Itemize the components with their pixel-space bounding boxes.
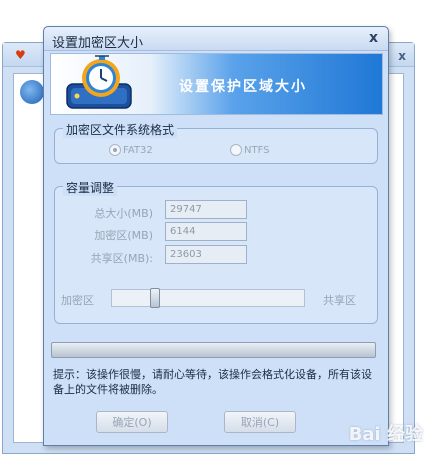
total-size-field[interactable] — [165, 200, 247, 219]
fat32-radio-label: FAT32 — [123, 144, 153, 156]
fat32-radio-dot — [109, 144, 121, 156]
warning-hint-text: 提示：该操作很慢，请耐心等待，该操作会格式化设备，所有该设备上的文件将被删除。 — [53, 368, 372, 396]
total-size-label: 总大小(MB) — [94, 207, 153, 220]
slider-right-label: 共享区 — [323, 294, 356, 307]
filesystem-group: 加密区文件系统格式 FAT32 NTFS — [54, 121, 378, 164]
ok-button[interactable]: 确定(O) — [96, 411, 168, 433]
close-icon[interactable]: x — [369, 30, 378, 46]
encrypted-size-field[interactable] — [165, 222, 247, 241]
dialog-banner: 设置保护区域大小 — [50, 53, 383, 115]
shared-size-label: 共享区(MB): — [90, 252, 153, 265]
baidu-jingyan-watermark: Bai 经验 — [348, 424, 423, 445]
background-close-icon[interactable]: x — [398, 49, 406, 63]
format-progress-bar — [51, 342, 376, 358]
shared-size-field[interactable] — [165, 245, 247, 264]
cancel-button[interactable]: 取消(C) — [224, 411, 296, 433]
fat32-radio[interactable]: FAT32 — [109, 144, 153, 156]
filesystem-group-legend: 加密区文件系统格式 — [63, 121, 178, 138]
capacity-slider[interactable] — [111, 288, 305, 308]
capacity-group-legend: 容量调整 — [63, 179, 118, 196]
banner-heading: 设置保护区域大小 — [179, 79, 307, 95]
ntfs-radio-dot — [230, 144, 242, 156]
dialog-title: 设置加密区大小 — [52, 36, 144, 51]
background-globe-icon — [20, 80, 44, 104]
usb-drive-clock-icon — [66, 55, 132, 109]
ntfs-radio[interactable]: NTFS — [230, 144, 270, 156]
ntfs-radio-label: NTFS — [244, 144, 270, 156]
capacity-slider-thumb[interactable] — [150, 288, 160, 308]
encrypted-size-label: 加密区(MB) — [94, 229, 153, 242]
slider-left-label: 加密区 — [61, 294, 94, 307]
app-logo-icon: ♥ — [15, 48, 26, 62]
set-encrypted-area-size-dialog: 设置加密区大小 x 设置保护区域大小 加密区文件系统格式 FAT32 NTFS — [43, 26, 389, 446]
capacity-group: 容量调整 总大小(MB) 加密区(MB) 共享区(MB): 加密区 共享区 — [54, 179, 378, 324]
